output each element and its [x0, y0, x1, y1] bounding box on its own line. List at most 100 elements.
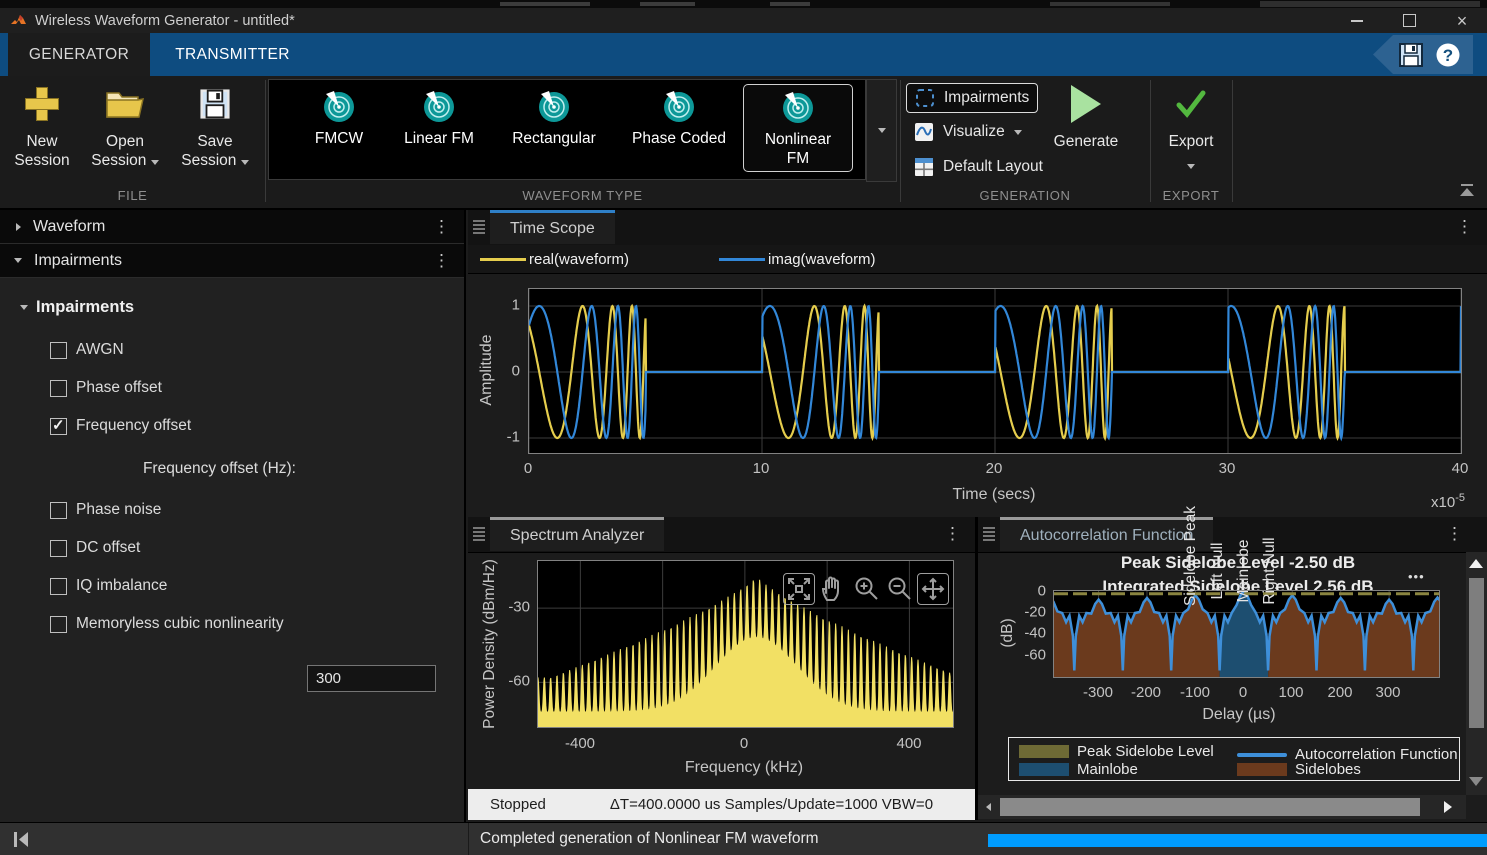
visualize-button[interactable]: Visualize [906, 118, 1030, 146]
collapse-ribbon-icon [1461, 184, 1473, 186]
background-artifact [640, 2, 695, 6]
time-scope-plot[interactable] [528, 288, 1462, 454]
xtick: 300 [1375, 684, 1400, 701]
grid-icon [914, 157, 934, 177]
checkbox-label: AWGN [76, 341, 124, 359]
checkbox[interactable] [50, 342, 67, 359]
time-scope-tab[interactable]: Time Scope [490, 210, 615, 244]
zoom-in-icon[interactable] [851, 574, 881, 604]
drag-grip-icon[interactable] [473, 527, 485, 541]
spectrum-analyzer-tab[interactable]: Spectrum Analyzer [490, 517, 664, 551]
time-scope-panel: Time Scope ⋮ real(waveform) imag(wavefor… [468, 210, 1487, 516]
checkbox-phase-offset[interactable]: Phase offset [50, 379, 162, 397]
scroll-left-button[interactable] [980, 799, 996, 815]
sidebar-section-impairments[interactable]: Impairments ⋮ [0, 244, 464, 278]
save-session-label-1: Save [174, 132, 256, 151]
selection-box-icon [915, 88, 935, 108]
impairments-button-label: Impairments [944, 89, 1029, 107]
gallery-dropdown-button[interactable] [866, 79, 897, 182]
new-session-button[interactable]: New Session [10, 82, 74, 170]
scrollbar-track[interactable] [1000, 798, 1420, 816]
radar-icon [537, 90, 571, 124]
visualize-button-label: Visualize [943, 123, 1005, 141]
checkbox[interactable] [50, 418, 67, 435]
scroll-right-button[interactable] [1440, 799, 1456, 815]
kebab-menu-icon[interactable]: ⋮ [433, 218, 450, 235]
maximize-button[interactable] [1392, 8, 1426, 33]
tab-generator[interactable]: GENERATOR [8, 33, 150, 76]
scroll-down-button[interactable] [1468, 774, 1484, 788]
kebab-menu-icon[interactable]: ⋮ [944, 525, 961, 542]
kebab-menu-icon[interactable]: ⋮ [1446, 525, 1463, 542]
xtick: -400 [565, 735, 595, 752]
ellipsis-menu-icon[interactable]: ••• [1408, 569, 1425, 584]
vertical-scrollbar[interactable] [1466, 552, 1487, 795]
open-session-button[interactable]: Open Session [84, 82, 166, 170]
gallery-item-nonlinear-fm[interactable]: Nonlinear FM [743, 84, 853, 172]
legend-item: Sidelobes [1237, 761, 1361, 778]
xtick: -200 [1131, 684, 1161, 701]
checkbox-memoryless-cubic[interactable]: Memoryless cubic nonlinearity [50, 615, 284, 633]
time-scope-legend: real(waveform) imag(waveform) [468, 245, 1487, 274]
close-button[interactable]: × [1445, 8, 1479, 33]
checkbox[interactable] [50, 578, 67, 595]
plus-icon [25, 87, 59, 121]
kebab-menu-icon[interactable]: ⋮ [1456, 218, 1473, 235]
gallery-item-linear-fm[interactable]: Linear FM [385, 88, 493, 150]
checkbox-phase-noise[interactable]: Phase noise [50, 501, 161, 519]
expand-axes-icon[interactable] [917, 573, 949, 605]
chevron-right-icon [16, 223, 21, 231]
sine-wave-icon [914, 122, 934, 142]
generate-button[interactable]: Generate [1050, 82, 1122, 151]
scrollbar-thumb[interactable] [1000, 798, 1420, 816]
frequency-offset-field-label: Frequency offset (Hz): [100, 460, 296, 478]
checkbox-iq-imbalance[interactable]: IQ imbalance [50, 577, 167, 595]
gallery-item-phase-coded[interactable]: Phase Coded [615, 88, 743, 150]
collapse-panel-icon[interactable] [12, 831, 30, 848]
drag-grip-icon[interactable] [983, 527, 995, 541]
gallery-item-label: Nonlinear FM [752, 130, 844, 168]
minimize-button[interactable] [1340, 8, 1374, 33]
help-icon[interactable]: ? [1435, 42, 1461, 68]
spectrum-status-state: Stopped [490, 796, 546, 813]
save-icon[interactable] [1397, 41, 1425, 69]
xtick: -300 [1083, 684, 1113, 701]
collapse-ribbon-button[interactable] [1455, 184, 1479, 202]
horizontal-scrollbar[interactable] [978, 795, 1466, 819]
fit-to-view-icon[interactable] [783, 573, 815, 605]
tab-transmitter-label: TRANSMITTER [175, 46, 290, 64]
kebab-menu-icon[interactable]: ⋮ [433, 252, 450, 269]
scrollbar-thumb[interactable] [1469, 578, 1484, 728]
legend-swatch-acf [1237, 753, 1287, 757]
checkbox[interactable] [50, 616, 67, 633]
checkbox-frequency-offset[interactable]: Frequency offset [50, 417, 191, 435]
scroll-up-button[interactable] [1468, 556, 1484, 570]
checkbox-awgn[interactable]: AWGN [50, 341, 124, 359]
frequency-offset-input[interactable] [307, 665, 436, 692]
drag-grip-icon[interactable] [473, 220, 485, 234]
tab-transmitter[interactable]: TRANSMITTER [150, 33, 315, 76]
default-layout-button[interactable]: Default Layout [906, 153, 1051, 181]
export-button[interactable]: Export [1156, 82, 1226, 174]
svg-text:?: ? [1443, 46, 1453, 65]
gallery-item-fmcw[interactable]: FMCW [293, 88, 385, 150]
background-window-strip [0, 0, 1487, 8]
xtick: 30 [1219, 460, 1236, 477]
impairments-toggle-button[interactable]: Impairments [906, 83, 1038, 113]
status-message: Completed generation of Nonlinear FM wav… [480, 830, 819, 848]
checkbox[interactable] [50, 540, 67, 557]
checkbox[interactable] [50, 502, 67, 519]
annotation-sidelobe-peak: Sidelobe Peak [1182, 471, 1200, 641]
impairments-group-header[interactable]: Impairments [20, 298, 134, 317]
legend-label-imag: imag(waveform) [768, 251, 876, 268]
save-session-button[interactable]: Save Session [174, 82, 256, 170]
radar-icon [322, 90, 356, 124]
spectrum-plot[interactable] [537, 560, 954, 728]
checkbox[interactable] [50, 380, 67, 397]
gallery-item-rectangular[interactable]: Rectangular [493, 88, 615, 150]
chevron-down-icon [1014, 130, 1022, 135]
zoom-out-icon[interactable] [884, 574, 914, 604]
checkbox-dc-offset[interactable]: DC offset [50, 539, 140, 557]
pan-hand-icon[interactable] [818, 574, 848, 604]
sidebar-section-waveform[interactable]: Waveform ⋮ [0, 210, 464, 244]
